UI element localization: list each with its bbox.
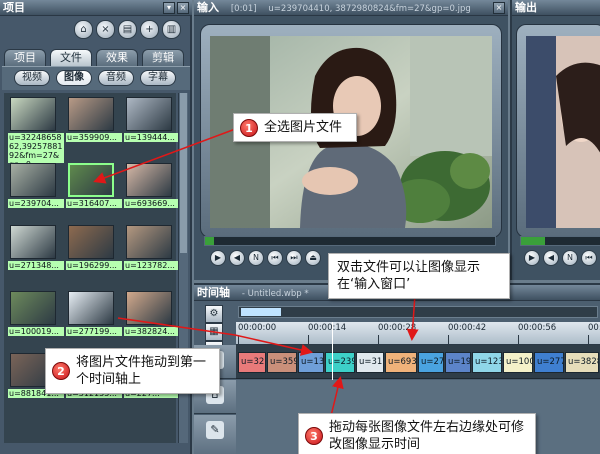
callout-select-all: 1 全选图片文件 [233,113,357,142]
arrow-double-click [406,293,419,341]
callout-resize-edge: 3 拖动每张图像文件左右边缘处可修改图像显示时间 [298,413,536,454]
arrow-1 [93,127,239,184]
callout-drag-to-track: 2 将图片文件拖动到第一个时间轴上 [45,348,220,394]
callout-double-click: 双击文件可以让图像显示在‘输入窗口’ [328,253,510,299]
arrow-2 [117,317,313,356]
